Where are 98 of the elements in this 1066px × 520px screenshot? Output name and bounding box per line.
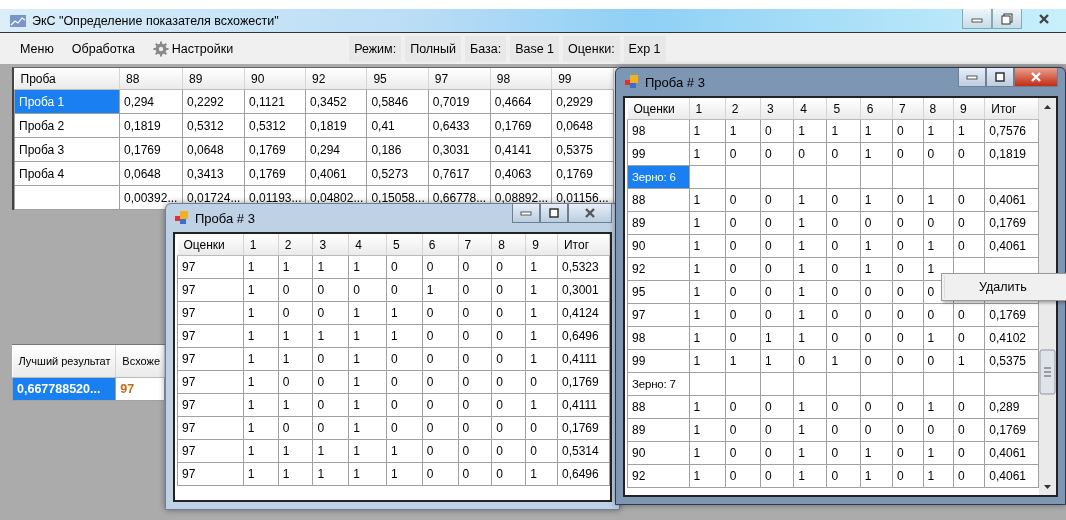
column-header[interactable]: Лучший результат [12,345,116,378]
scrollbar[interactable] [1039,98,1056,495]
row-header[interactable]: Проба 3 [14,137,120,162]
status-label: Режим: [349,35,402,62]
status-label: Оценки: [563,35,620,62]
minimize-icon [966,73,978,81]
row-header[interactable]: 89 [627,211,690,235]
row-header[interactable]: 89 [627,418,690,442]
row-header[interactable]: 97 [627,303,690,327]
menu-item[interactable]: Обработка [63,37,141,60]
minimize-button[interactable] [512,204,540,223]
row-header[interactable] [14,185,120,210]
row-header[interactable]: 90 [627,234,690,258]
window-title: Проба # 3 [645,74,705,90]
column-header[interactable]: 7 [458,234,492,256]
column-header[interactable]: 2 [278,234,313,256]
row-header[interactable]: 99 [627,349,690,373]
column-header[interactable]: 5 [826,98,861,120]
column-header[interactable]: 89 [182,68,245,90]
column-header[interactable]: 99 [551,68,614,90]
status-label: База: [465,35,507,62]
column-header[interactable]: Проба [14,68,120,90]
column-header[interactable]: 90 [244,68,306,90]
close-button[interactable] [1014,68,1058,87]
row-header[interactable]: 98 [627,119,690,143]
row-header[interactable]: Проба 1 [14,89,120,114]
group-row-header[interactable]: Зерно: 6 [627,165,690,189]
column-header[interactable]: 3 [312,234,349,256]
row-header[interactable]: 97 [177,347,244,371]
row-header[interactable]: 98 [627,326,690,350]
column-header[interactable]: 1 [243,234,279,256]
close-icon [1038,13,1050,25]
column-header[interactable]: 95 [366,68,429,90]
status-value: Полный [405,35,461,62]
column-header[interactable]: 7 [892,98,923,120]
column-header[interactable]: 9 [525,234,558,256]
row-header[interactable]: 88 [627,188,690,212]
row-header[interactable]: 97 [177,255,244,279]
window-icon [175,211,189,225]
column-header[interactable]: Всхоже [115,345,165,378]
column-header[interactable]: Итог [984,98,1039,120]
row-header[interactable]: 97 [177,439,244,463]
menu-item[interactable]: Удалить [944,276,1066,298]
row-header[interactable]: 92 [627,257,690,281]
row-header[interactable]: 97 [177,370,244,394]
column-header[interactable]: 5 [386,234,423,256]
column-header[interactable]: Итог [557,234,610,256]
column-header[interactable]: 2 [725,98,761,120]
row-header[interactable]: 90 [627,441,690,465]
row-header[interactable]: 97 [177,462,244,486]
status-value: Base 1 [510,35,560,62]
row-header[interactable]: Проба 2 [14,113,120,138]
table-cell: 0,667788520... [12,377,116,401]
column-header[interactable]: 9 [953,98,985,120]
column-header[interactable]: 92 [305,68,367,90]
column-header[interactable]: 8 [923,98,954,120]
restore-icon [1001,12,1013,25]
row-header[interactable]: 97 [177,301,244,325]
maximize-icon [548,207,560,219]
column-header[interactable]: 8 [491,234,526,256]
maximize-icon [994,71,1006,83]
row-header[interactable]: 97 [177,416,244,440]
column-header[interactable]: 97 [428,68,491,90]
column-header[interactable]: 4 [348,234,387,256]
column-header[interactable]: 6 [422,234,459,256]
column-header[interactable]: 4 [793,98,827,120]
group-row-header[interactable]: Зерно: 7 [627,372,690,396]
menu-item[interactable]: Меню [12,37,60,60]
column-header[interactable]: 98 [490,68,552,90]
menu-item[interactable]: Настройки [144,37,240,60]
maximize-button[interactable] [540,204,568,223]
row-header[interactable]: 97 [177,393,244,417]
column-header[interactable]: Оценки [177,234,244,256]
row-header[interactable]: 92 [627,464,690,488]
row-header[interactable]: Проба 4 [14,161,120,186]
row-header[interactable]: 97 [177,278,244,302]
close-button[interactable] [568,204,612,223]
window-title: ЭкС "Определение показателя всхожести" [32,13,279,28]
window-icon [625,75,639,89]
minimize-button[interactable] [962,9,992,29]
close-icon [1030,71,1042,83]
restore-button[interactable] [992,9,1022,29]
close-icon [584,207,596,219]
row-header[interactable]: 88 [627,395,690,419]
row-header[interactable]: 95 [627,280,690,304]
column-header[interactable]: 1 [689,98,726,120]
column-header[interactable]: 6 [860,98,893,120]
row-header[interactable]: 97 [177,324,244,348]
chart-icon [10,14,26,27]
gear-icon [152,40,169,57]
window-title: Проба # 3 [195,210,255,226]
maximize-button[interactable] [986,68,1014,87]
column-header[interactable]: Оценки [627,98,690,120]
column-header[interactable]: 88 [119,68,183,90]
row-header[interactable]: 99 [627,142,690,166]
column-header[interactable]: 3 [760,98,794,120]
status-value: Exp 1 [623,35,666,62]
minimize-button[interactable] [958,68,986,87]
